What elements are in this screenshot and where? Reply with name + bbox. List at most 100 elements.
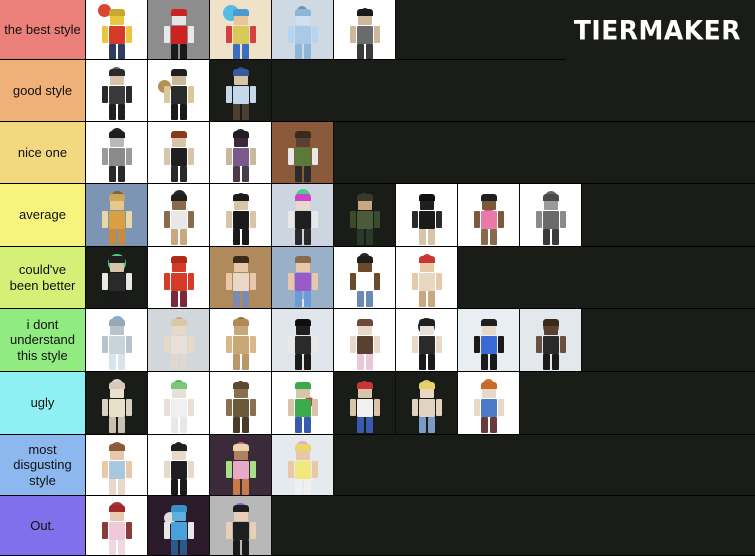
tier-item[interactable] — [86, 60, 148, 121]
avatar-hair — [170, 504, 187, 512]
avatar-leg-l — [356, 416, 364, 433]
avatar-hair — [170, 381, 187, 389]
avatar-arm-r — [311, 398, 318, 416]
tier-item[interactable] — [272, 247, 334, 308]
tier-item[interactable] — [86, 372, 148, 434]
tier-item[interactable] — [334, 184, 396, 246]
tier-label[interactable]: ugly — [0, 372, 86, 434]
avatar-leg-l — [294, 43, 302, 59]
avatar-torso — [480, 335, 497, 354]
avatar-leg-r — [179, 353, 187, 370]
tier-item[interactable] — [148, 247, 210, 308]
tier-item[interactable] — [272, 309, 334, 371]
tier-item[interactable] — [148, 372, 210, 434]
tier-item[interactable] — [148, 309, 210, 371]
avatar-torso — [294, 398, 311, 417]
tier-item[interactable] — [86, 309, 148, 371]
tier-item[interactable] — [334, 309, 396, 371]
tier-item[interactable] — [458, 184, 520, 246]
avatar-leg-l — [294, 228, 302, 245]
tier-item[interactable] — [86, 435, 148, 495]
tier-item[interactable] — [272, 435, 334, 495]
avatar-arm-l — [163, 148, 170, 166]
tier-item[interactable] — [520, 309, 582, 371]
avatar-hair — [108, 443, 125, 451]
roblox-avatar-red-logo-black — [162, 131, 196, 183]
avatar-leg-r — [241, 539, 249, 555]
tier-item[interactable] — [210, 372, 272, 434]
tier-item[interactable] — [210, 247, 272, 308]
avatar-leg-l — [108, 228, 116, 245]
tier-item[interactable] — [210, 184, 272, 246]
avatar-leg-r — [179, 166, 187, 183]
tier-item[interactable] — [210, 309, 272, 371]
avatar-arm-l — [225, 148, 232, 166]
tier-item[interactable] — [86, 0, 148, 59]
avatar-torso — [108, 335, 125, 354]
tier-label[interactable]: Out. — [0, 496, 86, 555]
tier-item[interactable] — [458, 309, 520, 371]
avatar-torso — [418, 273, 435, 292]
tier-label[interactable]: nice one — [0, 122, 86, 183]
tiermaker-logo[interactable]: TIERMAKER — [565, 0, 755, 60]
avatar-leg-r — [179, 478, 187, 495]
tier-label[interactable]: the best style — [0, 0, 86, 59]
tier-item[interactable] — [210, 496, 272, 555]
avatar-arm-r — [187, 25, 194, 43]
tier-item[interactable] — [148, 435, 210, 495]
tier-items — [86, 122, 755, 183]
avatar-arm-l — [163, 86, 170, 104]
avatar-arm-l — [411, 210, 418, 228]
avatar-leg-l — [294, 416, 302, 433]
tier-item[interactable] — [210, 0, 272, 59]
tier-item[interactable] — [458, 372, 520, 434]
tier-label[interactable]: average — [0, 184, 86, 246]
avatar-leg-l — [232, 104, 240, 121]
tier-item[interactable] — [86, 496, 148, 555]
tier-label[interactable]: most disgusting style — [0, 435, 86, 495]
tier-item[interactable] — [334, 247, 396, 308]
tier-item[interactable] — [86, 122, 148, 183]
avatar-arm-r — [559, 335, 566, 353]
avatar-arm-l — [287, 148, 294, 166]
tier-item[interactable] — [272, 0, 334, 59]
tier-item[interactable] — [272, 184, 334, 246]
avatar-leg-l — [108, 291, 116, 308]
avatar-torso — [542, 210, 559, 229]
tier-item[interactable] — [210, 60, 272, 121]
tier-item[interactable] — [148, 0, 210, 59]
tier-item[interactable] — [86, 247, 148, 308]
avatar-arm-l — [535, 210, 542, 228]
tier-item[interactable] — [148, 184, 210, 246]
tier-item[interactable] — [334, 372, 396, 434]
tier-item[interactable] — [272, 122, 334, 183]
tier-item[interactable] — [272, 372, 334, 434]
avatar-torso — [108, 460, 125, 479]
tier-items — [86, 184, 755, 246]
tier-item[interactable] — [334, 0, 396, 59]
tier-item[interactable] — [148, 60, 210, 121]
tier-item[interactable] — [396, 247, 458, 308]
roblox-avatar-tan-cat-blocky — [224, 316, 258, 370]
tier-item[interactable] — [396, 184, 458, 246]
tier-item[interactable] — [396, 309, 458, 371]
roblox-avatar-white-tee-red-cap — [348, 380, 382, 433]
avatar-hair — [418, 318, 435, 326]
avatar-leg-r — [551, 228, 559, 245]
avatar-hair — [294, 193, 311, 201]
tier-item[interactable] — [210, 435, 272, 495]
avatar-arm-r — [373, 335, 380, 353]
tier-item[interactable] — [396, 372, 458, 434]
tier-item[interactable] — [520, 184, 582, 246]
tier-item[interactable] — [148, 122, 210, 183]
tier-label[interactable]: could've been better — [0, 247, 86, 308]
tierlist-app: TIERMAKER the best style good style nice o… — [0, 0, 755, 556]
tier-label[interactable]: i dont understand this style — [0, 309, 86, 371]
tier-item[interactable] — [148, 496, 210, 555]
tier-label[interactable]: good style — [0, 60, 86, 121]
avatar-leg-r — [551, 353, 559, 370]
tier-item[interactable] — [86, 184, 148, 246]
tier-item[interactable] — [210, 122, 272, 183]
avatar-leg-r — [179, 416, 187, 433]
roblox-avatar-pink-top-afro — [472, 193, 506, 245]
